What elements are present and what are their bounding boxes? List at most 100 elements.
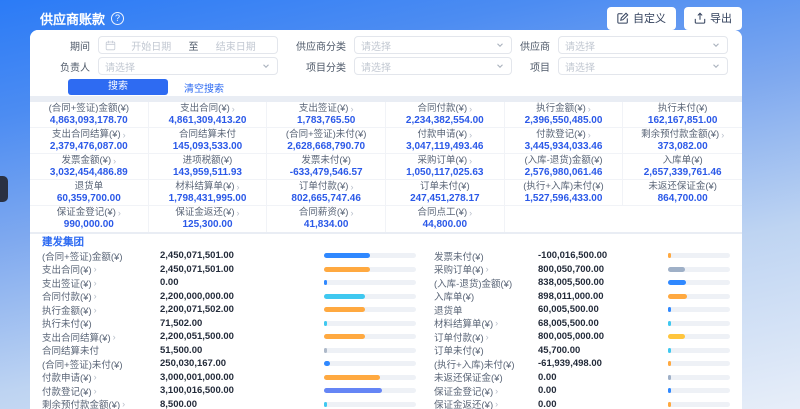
metric-label[interactable]: 付款申请(¥)› [418, 129, 473, 141]
clear-search-link[interactable]: 清空搜索 [184, 80, 224, 95]
owner-select[interactable]: 请选择 [98, 57, 278, 75]
edit-icon [617, 12, 629, 24]
account-row: 订单付款(¥)›800,005,000.00 [434, 330, 730, 344]
account-row: 剩余预付款金额(¥)›8,500.00 [42, 398, 416, 409]
export-button[interactable]: 导出 [684, 7, 742, 30]
account-label[interactable]: 支出签证(¥)› [42, 276, 160, 290]
metric-label[interactable]: 合同付款(¥)› [418, 103, 473, 115]
metric-value: 3,032,454,486.89 [50, 167, 128, 179]
supplier-select[interactable]: 请选择 [558, 36, 728, 54]
metric-card: 合同点工(¥)›44,800.00 [386, 206, 505, 232]
progress-bar [324, 280, 416, 285]
account-label[interactable]: 执行金额(¥)› [42, 303, 160, 317]
progress-fill [668, 294, 687, 299]
account-label[interactable]: 合同付款(¥)› [42, 289, 160, 303]
metric-label[interactable]: 发票金额(¥)› [62, 155, 117, 167]
period-daterange-input[interactable]: 开始日期 至 结束日期 [98, 36, 278, 54]
metric-label: 合同结算未付 [179, 129, 236, 141]
account-label[interactable]: 采购订单(¥)› [434, 262, 538, 276]
metric-label: 未返还保证金(¥) [648, 181, 717, 193]
customize-label: 自定义 [633, 10, 666, 26]
chevron-right-icon: › [232, 103, 235, 115]
metric-value: 802,665,747.46 [291, 193, 361, 205]
metric-label[interactable]: 支出签证(¥)› [299, 103, 354, 115]
account-value: 51,500.00 [160, 345, 316, 356]
metric-value: 2,379,476,087.00 [50, 141, 128, 153]
account-label[interactable]: 付款登记(¥)› [42, 384, 160, 398]
progress-bar [324, 375, 416, 380]
chevron-right-icon: › [469, 155, 472, 167]
account-label[interactable]: 保证金返还(¥)› [434, 397, 538, 409]
supplier-category-label: 供应商分类 [278, 38, 354, 53]
account-label[interactable]: 剩余预付款金额(¥)› [42, 397, 160, 409]
metric-label: 发票未付(¥) [301, 155, 351, 167]
chevron-right-icon: › [237, 207, 240, 219]
export-label: 导出 [710, 10, 732, 26]
metric-label[interactable]: 订单付款(¥)› [299, 181, 354, 193]
account-row: 付款申请(¥)›3,000,001,000.00 [42, 371, 416, 385]
metric-card: (执行+入库)未付(¥)1,527,596,433.00 [505, 180, 624, 206]
metric-label: 进项税额(¥) [183, 155, 233, 167]
metric-label[interactable]: 保证金登记(¥)› [57, 207, 121, 219]
metric-value: 1,798,431,995.00 [169, 193, 247, 205]
page-title: 供应商账款 [40, 9, 105, 28]
metric-label[interactable]: 采购订单(¥)› [418, 155, 473, 167]
metric-card: 保证金返还(¥)›125,300.00 [149, 206, 268, 232]
metric-value: 247,451,278.17 [410, 193, 480, 205]
help-icon[interactable]: ? [111, 12, 124, 25]
metric-label[interactable]: 付款登记(¥)› [536, 129, 591, 141]
group-name[interactable]: 建发集团 [42, 236, 730, 249]
chevron-right-icon: › [94, 291, 97, 301]
project-category-select[interactable]: 请选择 [354, 57, 512, 75]
metric-card: 执行金额(¥)›2,396,550,485.00 [505, 102, 624, 128]
period-label: 期间 [42, 38, 98, 53]
account-row: 支出签证(¥)›0.00 [42, 276, 416, 290]
customize-button[interactable]: 自定义 [607, 7, 676, 30]
account-row: 保证金登记(¥)›0.00 [434, 384, 730, 398]
progress-bar [668, 402, 730, 407]
metric-value: 44,800.00 [423, 219, 468, 231]
metric-card: 采购订单(¥)›1,050,117,025.63 [386, 154, 505, 180]
metric-label[interactable]: 剩余预付款金额(¥)› [641, 129, 724, 141]
progress-fill [668, 253, 671, 258]
metric-value: 145,093,533.00 [173, 141, 243, 153]
metric-label: (合同+签证)金额(¥) [49, 103, 130, 115]
metric-label[interactable]: 保证金返还(¥)› [175, 207, 239, 219]
account-label[interactable]: 保证金登记(¥)› [434, 384, 538, 398]
metric-card: 发票金额(¥)›3,032,454,486.89 [30, 154, 149, 180]
account-value: 2,450,071,501.00 [160, 264, 316, 275]
progress-bar [668, 361, 730, 366]
project-category-label: 项目分类 [278, 59, 354, 74]
account-row: (执行+入库)未付(¥)-61,939,498.00 [434, 357, 730, 371]
metric-label[interactable]: 支出合同结算(¥)› [52, 129, 126, 141]
account-label[interactable]: 订单付款(¥)› [434, 330, 538, 344]
metric-card: 进项税额(¥)143,959,511.93 [149, 154, 268, 180]
metric-value: 864,700.00 [658, 193, 708, 205]
sidebar-collapse-handle[interactable] [0, 176, 8, 202]
chevron-right-icon: › [350, 207, 353, 219]
metrics-grid: (合同+签证)金额(¥)4,863,093,178.70支出合同(¥)›4,86… [30, 102, 742, 232]
account-row: 合同结算未付51,500.00 [42, 344, 416, 358]
metric-label[interactable]: 执行金额(¥)› [536, 103, 591, 115]
chevron-right-icon: › [588, 129, 591, 141]
account-label[interactable]: 支出合同(¥)› [42, 262, 160, 276]
metric-label[interactable]: 合同薪资(¥)› [299, 207, 354, 219]
metric-label[interactable]: 支出合同(¥)› [180, 103, 235, 115]
owner-label: 负责人 [42, 59, 98, 74]
metric-label[interactable]: 合同点工(¥)› [418, 207, 473, 219]
metric-card: 支出合同结算(¥)›2,379,476,087.00 [30, 128, 149, 154]
progress-bar [324, 402, 416, 407]
chevron-right-icon: › [495, 399, 498, 409]
chevron-down-icon [495, 40, 505, 50]
search-button[interactable]: 搜索 [68, 79, 168, 95]
account-label[interactable]: 支出合同结算(¥)› [42, 330, 160, 344]
project-select[interactable]: 请选择 [558, 57, 728, 75]
metric-card: 材料结算单(¥)›1,798,431,995.00 [149, 180, 268, 206]
supplier-category-select[interactable]: 请选择 [354, 36, 512, 54]
account-label[interactable]: 材料结算单(¥)› [434, 316, 538, 330]
metric-label[interactable]: 材料结算单(¥)› [175, 181, 239, 193]
account-label[interactable]: 付款申请(¥)› [42, 370, 160, 384]
progress-bar [324, 253, 416, 258]
progress-fill [324, 375, 380, 380]
metric-value: -633,479,546.57 [290, 167, 363, 179]
